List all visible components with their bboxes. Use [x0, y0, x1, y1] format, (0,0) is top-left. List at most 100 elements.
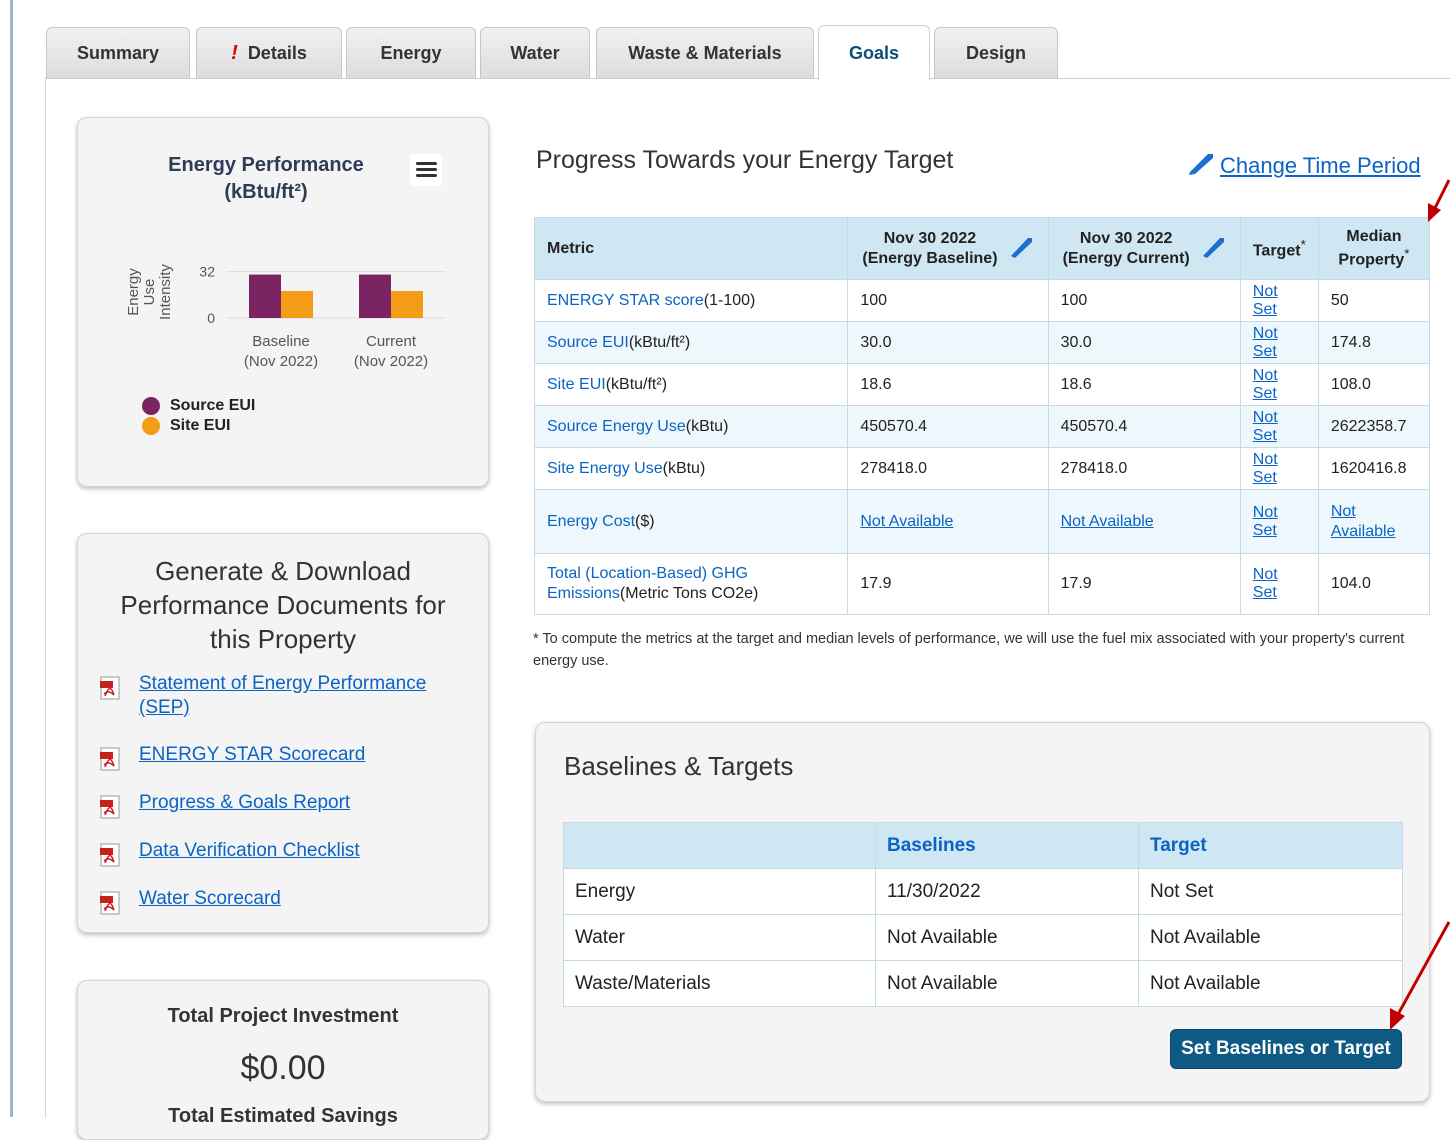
table-header-row: Baselines Target [563, 822, 1403, 869]
metric-link[interactable]: Site Energy Use [547, 460, 663, 477]
median-value: 50 [1317, 279, 1431, 322]
tab-energy[interactable]: Energy [346, 27, 476, 79]
baseline-cell: Not Available [875, 914, 1139, 961]
metric-cell: Source Energy Use(kBtu) [533, 405, 849, 448]
x-category-label: Current [366, 333, 417, 350]
progress-metrics-table: Metric Nov 30 2022 (Energy Baseline) Nov … [533, 217, 1431, 615]
col-median: Median Property* [1317, 217, 1431, 280]
tab-goals[interactable]: Goals [818, 25, 930, 80]
table-row: Site EUI(kBtu/ft²) 18.6 18.6 Not Set 108… [533, 363, 1431, 406]
tab-waste-materials[interactable]: Waste & Materials [596, 27, 814, 79]
tab-design[interactable]: Design [934, 27, 1058, 79]
target-link[interactable]: Not Set [1253, 409, 1278, 444]
target-link[interactable]: Not Set [1253, 283, 1278, 318]
tab-water[interactable]: Water [480, 27, 590, 79]
bar-source-eui[interactable] [249, 274, 281, 318]
table-row: Source EUI(kBtu/ft²) 30.0 30.0 Not Set 1… [533, 321, 1431, 364]
baseline-cell: Not Available [847, 489, 1049, 554]
target-cell: Not Set [1239, 279, 1319, 322]
documents-title-line: Performance Documents for [120, 590, 446, 620]
doc-link-sep[interactable]: Statement of Energy Performance (SEP) [100, 672, 439, 720]
col-baselines: Baselines [875, 822, 1139, 869]
col-target: Target [1138, 822, 1403, 869]
doc-link-energy-star-scorecard[interactable]: ENERGY STAR Scorecard [100, 743, 439, 771]
baselines-targets-title: Baselines & Targets [564, 751, 794, 781]
bar-site-eui[interactable] [391, 291, 423, 318]
baseline-value: 17.9 [847, 553, 1049, 615]
energy-performance-panel: Energy Performance (kBtu/ft²) Energy Use… [77, 117, 489, 487]
tab-label: Energy [380, 43, 442, 63]
documents-title-line: Generate & Download [155, 556, 411, 586]
baseline-value: 278418.0 [847, 447, 1049, 490]
doc-link-label[interactable]: Progress & Goals Report [139, 791, 439, 815]
target-link[interactable]: Not Set [1253, 367, 1278, 402]
alert-icon: ! [231, 42, 238, 64]
change-time-period-link[interactable]: Change Time Period [1186, 150, 1421, 181]
table-row: Total (Location-Based) GHG Emissions(Met… [533, 553, 1431, 615]
category-cell: Energy [563, 868, 876, 915]
tab-underline [46, 78, 1450, 79]
current-sub: (Energy Current) [1062, 249, 1190, 267]
legend-item-site-eui[interactable]: Site EUI [142, 416, 255, 436]
annotation-arrow [1428, 179, 1450, 222]
current-value: 450570.4 [1047, 405, 1241, 448]
doc-link-water-scorecard[interactable]: Water Scorecard [100, 887, 439, 915]
target-cell: Not Available [1138, 960, 1403, 1007]
pencil-icon[interactable] [1200, 233, 1226, 265]
legend-item-source-eui[interactable]: Source EUI [142, 396, 255, 416]
doc-link-label[interactable]: Statement of Energy Performance (SEP) [139, 672, 439, 720]
metric-unit: (1-100) [703, 291, 756, 309]
legend-label: Source EUI [170, 397, 256, 414]
table-row: Energy Cost($) Not Available Not Availab… [533, 489, 1431, 554]
table-row: Site Energy Use(kBtu) 278418.0 278418.0 … [533, 447, 1431, 490]
doc-link-progress-goals-report[interactable]: Progress & Goals Report [100, 791, 439, 819]
y-axis-label-line: Use [141, 279, 158, 306]
metric-link[interactable]: Source EUI [547, 334, 629, 351]
doc-link-data-verification-checklist[interactable]: Data Verification Checklist [100, 839, 439, 867]
y-axis-title: Energy Use Intensity [125, 264, 174, 320]
tab-label: Water [510, 43, 560, 63]
tab-summary[interactable]: Summary [46, 27, 190, 79]
target-link[interactable]: Not Set [1253, 325, 1278, 360]
median-value: 104.0 [1317, 553, 1431, 615]
legend-marker [142, 397, 160, 415]
not-available-link[interactable]: Not Available [860, 513, 953, 530]
pencil-icon[interactable] [1008, 233, 1034, 265]
table-row: Source Energy Use(kBtu) 450570.4 450570.… [533, 405, 1431, 448]
tab-bar: Summary ! Details Energy Water Waste & Ma… [46, 25, 1450, 80]
set-baselines-target-button[interactable]: Set Baselines or Target [1170, 1029, 1402, 1069]
target-link[interactable]: Not Set [1253, 566, 1278, 601]
col-current: Nov 30 2022 (Energy Current) [1047, 217, 1241, 280]
documents-title-line: this Property [210, 624, 356, 654]
target-cell: Not Set [1239, 489, 1319, 554]
tab-label: Waste & Materials [628, 43, 782, 63]
table-header-row: Metric Nov 30 2022 (Energy Baseline) Nov … [533, 217, 1431, 280]
metric-cell: Energy Cost($) [533, 489, 849, 554]
bar-site-eui[interactable] [281, 291, 313, 318]
not-available-link[interactable]: Not Available [1331, 503, 1396, 540]
doc-link-label[interactable]: Water Scorecard [139, 887, 439, 911]
bar-source-eui[interactable] [359, 274, 391, 318]
target-cell: Not Set [1239, 363, 1319, 406]
doc-link-label[interactable]: ENERGY STAR Scorecard [139, 743, 439, 767]
metric-link[interactable]: Energy Cost [547, 513, 635, 530]
legend-marker [142, 417, 160, 435]
current-cell: Not Available [1047, 489, 1241, 554]
change-time-period-label[interactable]: Change Time Period [1220, 153, 1421, 179]
progress-title: Progress Towards your Energy Target [536, 146, 954, 174]
metric-unit: ($) [635, 512, 655, 530]
table-row: Water Not Available Not Available [563, 914, 1403, 961]
doc-link-label[interactable]: Data Verification Checklist [139, 839, 439, 863]
metric-cell: Source EUI(kBtu/ft²) [533, 321, 849, 364]
not-available-link[interactable]: Not Available [1061, 513, 1154, 530]
documents-panel: Generate & Download Performance Document… [77, 533, 489, 933]
metric-link[interactable]: Source Energy Use [547, 418, 686, 435]
target-link[interactable]: Not Set [1253, 451, 1278, 486]
tab-details[interactable]: ! Details [196, 27, 342, 79]
metric-link[interactable]: Site EUI [547, 376, 606, 393]
table-footnote: * To compute the metrics at the target a… [533, 631, 1405, 669]
metric-link[interactable]: ENERGY STAR score [547, 292, 704, 309]
y-axis-label-line: Energy [125, 268, 142, 316]
investment-value: $0.00 [240, 1049, 326, 1087]
target-link[interactable]: Not Set [1253, 504, 1278, 539]
